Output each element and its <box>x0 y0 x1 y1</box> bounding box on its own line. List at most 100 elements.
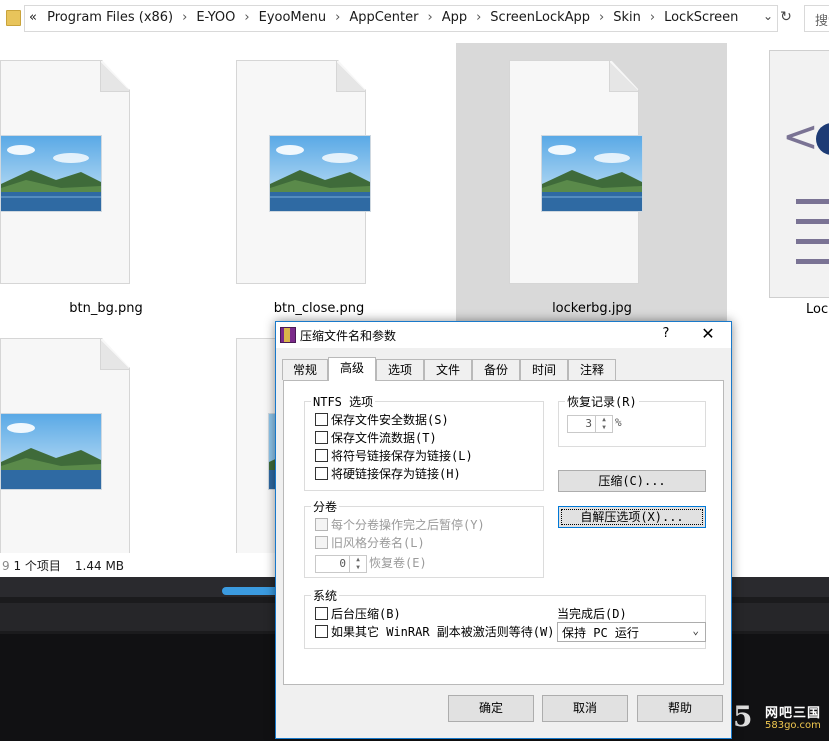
file-name: btn_bg.png <box>69 301 143 316</box>
hardlinks-checkbox[interactable]: 将硬链接保存为链接(H) <box>315 466 461 482</box>
after-done-select[interactable]: 保持 PC 运行 ⌄ <box>557 622 706 642</box>
compress-settings-button[interactable]: 压缩(C)... <box>558 470 706 492</box>
symlinks-checkbox[interactable]: 将符号链接保存为链接(L) <box>315 448 473 464</box>
tab-options[interactable]: 选项 <box>376 359 424 380</box>
old-volume-names-checkbox[interactable]: 旧风格分卷名(L) <box>315 535 425 551</box>
file-tile[interactable]: btn_bg.png <box>0 44 222 324</box>
old-volume-names-label: 旧风格分卷名(L) <box>331 536 425 550</box>
checkbox-icon <box>315 518 328 531</box>
breadcrumb-path: « Program Files (x86) › E-YOO › EyooMenu › App… <box>29 10 738 25</box>
status-bar: 9 1 个项目 1.44 MB <box>0 553 280 577</box>
chevron-down-icon[interactable]: ⌄ <box>763 9 773 23</box>
breadcrumb-item[interactable]: LockScreen <box>664 10 738 25</box>
checkbox-icon <box>315 449 328 462</box>
background-compress-checkbox[interactable]: 后台压缩(B) <box>315 606 401 622</box>
file-tile[interactable] <box>0 326 222 553</box>
after-done-label: 当完成后(D) <box>557 607 627 621</box>
image-thumbnail-icon <box>541 135 643 212</box>
breadcrumb-item[interactable]: App <box>442 10 467 25</box>
file-name: Lock <box>806 302 829 317</box>
checkbox-icon <box>315 607 328 620</box>
wait-other-copies-checkbox[interactable]: 如果其它 WinRAR 副本被激活则等待(W) <box>315 624 554 640</box>
archive-params-dialog: 压缩文件名和参数 ? ✕ 常规 高级 选项 文件 备份 时间 注释 NTFS 选… <box>275 321 732 739</box>
sfx-options-button[interactable]: 自解压选项(X)... <box>558 506 706 528</box>
selection-count: 1 个项目 <box>13 559 61 573</box>
image-thumbnail-icon <box>0 135 102 212</box>
breadcrumb-item[interactable]: Skin <box>613 10 641 25</box>
svg-text:<: < <box>782 111 819 162</box>
breadcrumb-overflow[interactable]: « <box>29 10 37 25</box>
breadcrumb-separator-icon: › <box>476 10 482 25</box>
breadcrumb-item[interactable]: AppCenter <box>349 10 418 25</box>
breadcrumb-item[interactable]: Program Files (x86) <box>47 10 173 25</box>
close-icon[interactable]: ✕ <box>696 324 720 343</box>
checkbox-icon <box>315 625 328 638</box>
selection-size: 1.44 MB <box>74 559 125 573</box>
advanced-panel: NTFS 选项 保存文件安全数据(S) 保存文件流数据(T) 将符号链接保存为链… <box>283 380 724 685</box>
checkbox-icon <box>315 467 328 480</box>
volumes-title: 分卷 <box>311 498 340 515</box>
folder-icon <box>6 10 21 26</box>
ntfs-options-title: NTFS 选项 <box>311 393 376 410</box>
search-input[interactable]: 搜索 <box>804 5 829 32</box>
after-done-value: 保持 PC 运行 <box>562 626 639 640</box>
breadcrumb-item[interactable]: EyooMenu <box>259 10 327 25</box>
recovery-record-unit: % <box>615 416 622 429</box>
recovery-volumes-stepper[interactable]: 0 ▲ ▼ <box>315 555 367 573</box>
breadcrumb-separator-icon: › <box>649 10 656 25</box>
background-compress-label: 后台压缩(B) <box>331 607 401 621</box>
file-tile[interactable]: btn_close.png <box>222 44 452 324</box>
help-button[interactable]: 帮助 <box>637 695 723 722</box>
address-bar: « Program Files (x86) › E-YOO › EyooMenu › App… <box>0 0 829 36</box>
breadcrumb-item[interactable]: E-YOO <box>196 10 235 25</box>
tab-time[interactable]: 时间 <box>520 359 568 380</box>
pause-after-volume-label: 每个分卷操作完之后暂停(Y) <box>331 518 485 532</box>
save-streams-label: 保存文件流数据(T) <box>331 431 437 445</box>
save-streams-checkbox[interactable]: 保存文件流数据(T) <box>315 430 437 446</box>
tab-comment[interactable]: 注释 <box>568 359 616 380</box>
refresh-icon[interactable]: ↻ <box>777 5 795 30</box>
hardlinks-label: 将硬链接保存为链接(H) <box>331 467 461 481</box>
breadcrumb-separator-icon: › <box>427 10 433 25</box>
watermark-logo: 5 <box>733 700 753 733</box>
ok-button[interactable]: 确定 <box>448 695 534 722</box>
recovery-record-stepper[interactable]: 3 ▲ ▼ <box>567 415 613 433</box>
recovery-record-value: 3 <box>585 417 592 430</box>
recovery-volumes-value: 0 <box>339 557 346 570</box>
checkbox-icon <box>315 413 328 426</box>
symlinks-label: 将符号链接保存为链接(L) <box>331 449 473 463</box>
breadcrumb-separator-icon: › <box>599 10 605 25</box>
file-tile-selected[interactable]: lockerbg.jpg <box>456 43 727 324</box>
dialog-titlebar[interactable]: 压缩文件名和参数 ? ✕ <box>276 322 731 348</box>
dialog-title: 压缩文件名和参数 <box>300 329 397 343</box>
stepper-arrows-icon[interactable]: ▲ ▼ <box>349 556 366 572</box>
save-security-checkbox[interactable]: 保存文件安全数据(S) <box>315 412 449 428</box>
winrar-icon <box>280 327 296 343</box>
file-name: btn_close.png <box>273 301 365 316</box>
checkbox-icon <box>315 536 328 549</box>
image-thumbnail-icon <box>269 135 371 212</box>
image-preview-tile[interactable]: < <box>769 50 829 298</box>
watermark-title: 网吧三国 <box>765 706 822 721</box>
breadcrumb-separator-icon: › <box>335 10 341 25</box>
recovery-volumes-label: 恢复卷(E) <box>369 556 427 570</box>
tab-general[interactable]: 常规 <box>282 359 328 380</box>
wait-other-copies-label: 如果其它 WinRAR 副本被激活则等待(W) <box>331 625 555 639</box>
tab-advanced[interactable]: 高级 <box>328 357 376 381</box>
breadcrumb-separator-icon: › <box>244 10 250 25</box>
tab-files[interactable]: 文件 <box>424 359 472 380</box>
breadcrumb-item[interactable]: ScreenLockApp <box>490 10 590 25</box>
search-placeholder: 搜索 <box>815 14 829 29</box>
status-text: 9 1 个项目 1.44 MB <box>2 559 125 573</box>
breadcrumb-separator-icon: › <box>182 10 188 25</box>
system-title: 系统 <box>311 587 340 604</box>
pause-after-volume-checkbox[interactable]: 每个分卷操作完之后暂停(Y) <box>315 517 485 533</box>
file-tile[interactable] <box>236 338 276 553</box>
tab-backup[interactable]: 备份 <box>472 359 520 380</box>
checkbox-icon <box>315 431 328 444</box>
watermark: 5 网吧三国 583go.com <box>733 700 829 738</box>
cancel-button[interactable]: 取消 <box>542 695 628 722</box>
help-icon[interactable]: ? <box>656 326 676 341</box>
breadcrumb[interactable]: « Program Files (x86) › E-YOO › EyooMenu › App… <box>24 5 778 32</box>
stepper-arrows-icon[interactable]: ▲ ▼ <box>595 416 612 432</box>
